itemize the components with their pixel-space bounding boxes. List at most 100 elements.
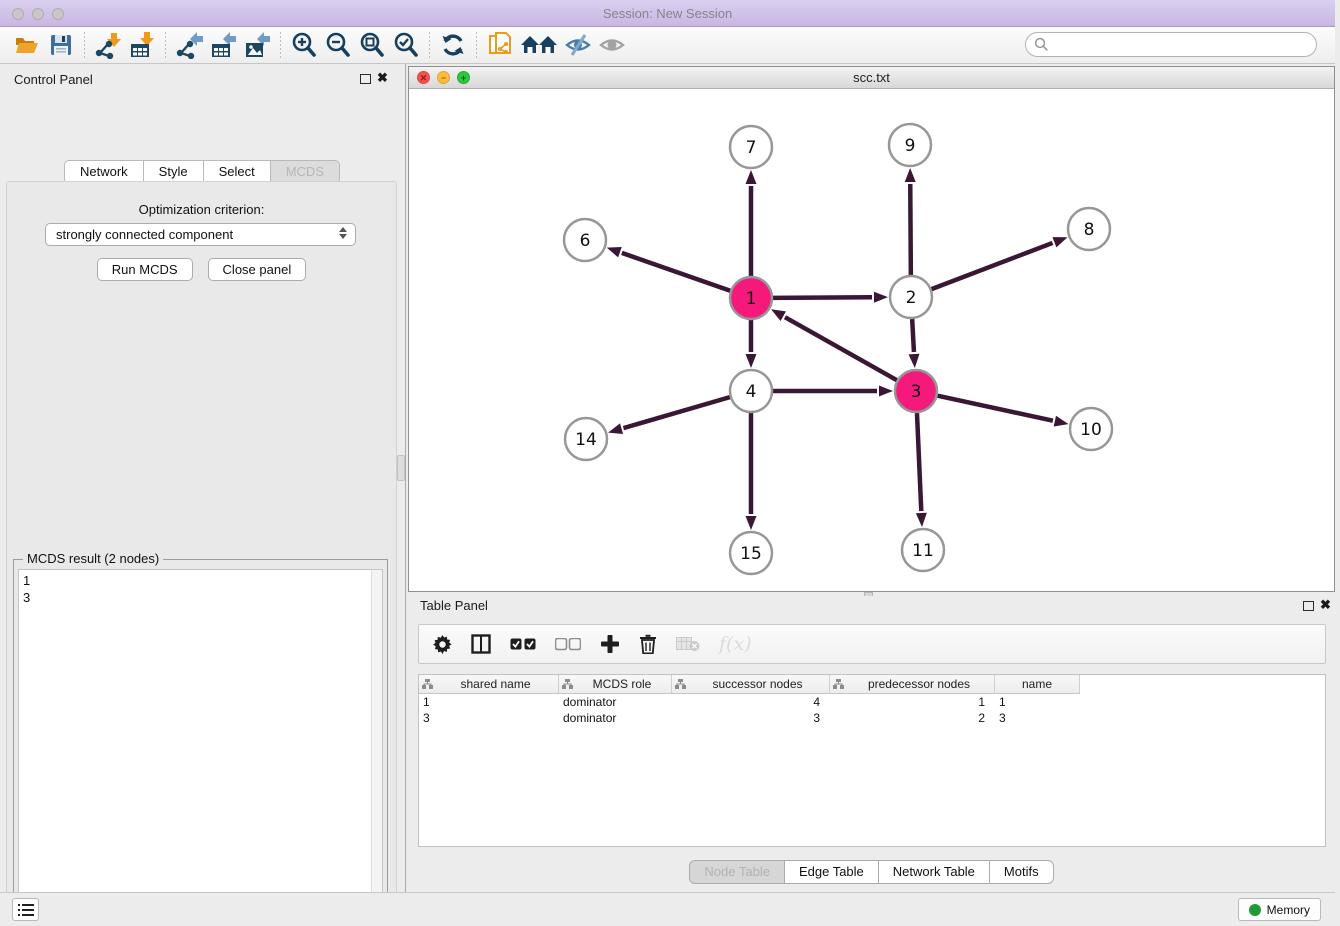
memory-button[interactable]: Memory: [1238, 898, 1321, 921]
table-cell[interactable]: 3: [419, 710, 559, 726]
table-settings-button[interactable]: [433, 635, 452, 654]
zoom-out-button[interactable]: [321, 30, 355, 60]
table-cell[interactable]: dominator: [559, 694, 672, 710]
save-session-button[interactable]: [44, 30, 78, 60]
graph-edge-2-9[interactable]: [910, 184, 911, 275]
table-row[interactable]: 1dominator411: [419, 694, 1325, 710]
graph-node-3[interactable]: 3: [895, 370, 937, 412]
graph-node-label: 11: [912, 541, 934, 561]
tab-edge-table[interactable]: Edge Table: [784, 860, 879, 884]
graph-node-15[interactable]: 15: [730, 532, 772, 574]
criterion-select[interactable]: strongly connected component: [45, 223, 356, 246]
table-float-icon[interactable]: [1303, 601, 1314, 611]
graph-edge-3-10[interactable]: [937, 396, 1052, 421]
table-cell[interactable]: 2: [830, 710, 995, 726]
table-cell[interactable]: dominator: [559, 710, 672, 726]
flatten-icon: [422, 679, 433, 689]
column-header-successor-nodes[interactable]: successor nodes: [672, 675, 830, 694]
close-panel-icon[interactable]: ✖: [377, 70, 388, 86]
column-header-predecessor-nodes[interactable]: predecessor nodes: [830, 675, 995, 694]
graph-edge-4-14[interactable]: [623, 397, 729, 428]
table-cell[interactable]: 1: [830, 694, 995, 710]
column-header-mcds-role[interactable]: MCDS role: [559, 675, 672, 694]
graph-node-9[interactable]: 9: [889, 124, 931, 166]
gear-icon: [433, 635, 452, 654]
graph-node-label: 15: [740, 544, 762, 564]
delete-column-button[interactable]: [639, 634, 657, 654]
graph-node-7[interactable]: 7: [730, 126, 772, 168]
select-all-columns-button[interactable]: [510, 638, 536, 651]
add-column-button[interactable]: [600, 634, 620, 654]
graph-node-6[interactable]: 6: [564, 219, 606, 261]
table-cell[interactable]: 1: [995, 694, 1080, 710]
table-row[interactable]: 3dominator323: [419, 710, 1325, 726]
search-input[interactable]: [1049, 35, 1316, 55]
table-close-icon[interactable]: ✖: [1320, 597, 1331, 613]
eye-icon: [598, 32, 626, 58]
close-panel-button[interactable]: Close panel: [208, 258, 307, 281]
graph-node-8[interactable]: 8: [1068, 208, 1110, 250]
search-box[interactable]: [1025, 32, 1317, 57]
open-folder-icon: [14, 33, 40, 57]
open-session-button[interactable]: [10, 30, 44, 60]
hide-selected-button[interactable]: [561, 30, 595, 60]
network-canvas[interactable]: 1 2 3 4 6 7 8 9 10 11 14 15: [409, 89, 1334, 591]
graph-node-10[interactable]: 10: [1070, 408, 1112, 450]
graph-edge-2-8[interactable]: [932, 243, 1053, 289]
table-cell[interactable]: 3: [995, 710, 1080, 726]
graph-edge-arrowhead: [771, 309, 786, 321]
column-layout-button[interactable]: [471, 634, 491, 654]
result-scrollbar[interactable]: [371, 570, 382, 926]
show-all-button[interactable]: [595, 30, 629, 60]
graph-node-2[interactable]: 2: [890, 276, 932, 318]
zoom-in-button[interactable]: [287, 30, 321, 60]
graph-node-14[interactable]: 14: [565, 418, 607, 460]
table-cell[interactable]: 4: [672, 694, 830, 710]
home-view-button[interactable]: [517, 30, 561, 60]
run-mcds-button[interactable]: Run MCDS: [97, 258, 193, 281]
graph-node-11[interactable]: 11: [902, 529, 944, 571]
deselect-all-columns-button[interactable]: [555, 638, 581, 651]
export-table-button[interactable]: [206, 30, 240, 60]
network-graph[interactable]: 1 2 3 4 6 7 8 9 10 11 14 15: [409, 89, 1334, 591]
tab-motifs[interactable]: Motifs: [989, 860, 1054, 884]
table-cell[interactable]: 3: [672, 710, 830, 726]
graph-edge-3-11[interactable]: [917, 413, 921, 511]
column-header-shared-name[interactable]: shared name: [419, 675, 559, 694]
network-window-titlebar[interactable]: ✕ − + scc.txt: [409, 67, 1334, 89]
node-table: shared name MCDS role successor nodes pr…: [418, 674, 1326, 847]
desktop-wallpaper-strip: [1335, 0, 1340, 926]
graph-edge-1-2[interactable]: [773, 297, 872, 298]
zoom-selected-button[interactable]: [389, 30, 423, 60]
graph-edge-2-3[interactable]: [912, 319, 914, 352]
table-cell[interactable]: 1: [419, 694, 559, 710]
column-header-name[interactable]: name: [995, 675, 1080, 694]
network-from-file-button[interactable]: [483, 30, 517, 60]
mcds-result-list[interactable]: 13: [18, 569, 383, 926]
float-panel-icon[interactable]: [360, 74, 371, 84]
panel-splitter-handle[interactable]: [397, 455, 405, 481]
import-table-button[interactable]: [125, 30, 159, 60]
graph-edge-3-1[interactable]: [785, 317, 897, 380]
graph-edge-arrowhead: [1054, 416, 1069, 427]
tab-network-table[interactable]: Network Table: [878, 860, 990, 884]
refresh-button[interactable]: [436, 30, 470, 60]
network-view-window: ✕ − + scc.txt 1 2 3 4 6 7 8 9 10 11 14 15: [408, 66, 1335, 592]
graph-node-1[interactable]: 1: [730, 277, 772, 319]
home-icon: [519, 33, 559, 57]
graph-edge-1-6[interactable]: [622, 253, 730, 291]
delete-table-button: [676, 636, 700, 652]
import-network-button[interactable]: [91, 30, 125, 60]
zoom-fit-button[interactable]: [355, 30, 389, 60]
task-history-button[interactable]: [12, 898, 39, 921]
tab-node-table[interactable]: Node Table: [689, 860, 785, 884]
graph-node-4[interactable]: 4: [730, 370, 772, 412]
unchecked-boxes-icon: [555, 638, 581, 651]
app-title: Session: New Session: [0, 6, 1335, 21]
export-image-button[interactable]: [240, 30, 274, 60]
select-stepper-icon: [339, 227, 347, 239]
graph-edge-arrowhead: [874, 292, 888, 303]
graph-edge-arrowhead: [746, 170, 757, 184]
export-network-button[interactable]: [172, 30, 206, 60]
graph-edge-arrowhead: [879, 386, 893, 397]
